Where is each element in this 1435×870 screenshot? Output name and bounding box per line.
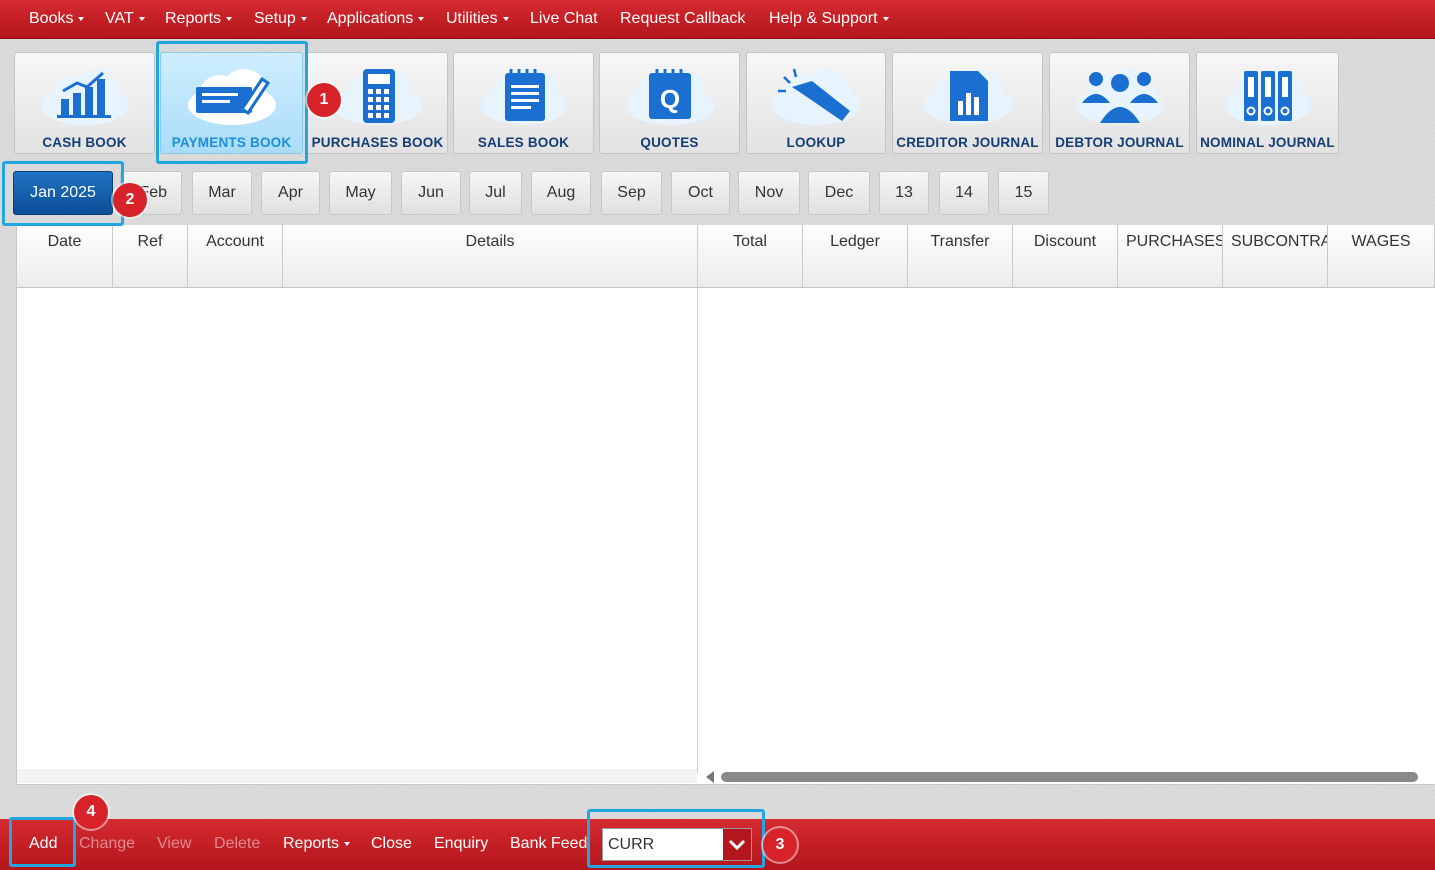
column-header-subcontra[interactable]: SUBCONTRA bbox=[1223, 225, 1328, 288]
annotation-badge-4: 4 bbox=[74, 795, 108, 829]
menu-applications-label: Applications bbox=[327, 10, 414, 27]
people-icon bbox=[1075, 69, 1164, 125]
bank-feed-button[interactable]: Bank Feed bbox=[510, 819, 587, 868]
menu-applications[interactable]: Applications bbox=[327, 0, 425, 38]
view-button[interactable]: View bbox=[157, 819, 191, 868]
nominal-journal-button[interactable]: NOMINAL JOURNAL bbox=[1196, 52, 1339, 154]
quotes-label: QUOTES bbox=[640, 135, 699, 150]
menu-help-support-label: Help & Support bbox=[769, 10, 878, 27]
month-tab-jan-2025[interactable]: Jan 2025 bbox=[13, 171, 113, 215]
menu-reports[interactable]: Reports bbox=[165, 0, 233, 38]
reports-button[interactable]: Reports bbox=[283, 819, 351, 868]
column-header-wages[interactable]: WAGES bbox=[1328, 225, 1435, 288]
column-header-transfer[interactable]: Transfer bbox=[908, 225, 1013, 288]
column-header-account[interactable]: Account bbox=[188, 225, 283, 288]
caret-down-icon bbox=[418, 16, 425, 21]
month-tab-14[interactable]: 14 bbox=[939, 171, 989, 215]
purchases-book-label: PURCHASES BOOK bbox=[311, 135, 444, 150]
menu-setup-label: Setup bbox=[254, 10, 296, 27]
column-header-discount[interactable]: Discount bbox=[1013, 225, 1118, 288]
transactions-grid[interactable]: Date Ref Account Details Total Ledger Tr… bbox=[16, 225, 1435, 785]
frozen-column-divider bbox=[697, 225, 698, 773]
lookup-label: LOOKUP bbox=[786, 135, 846, 150]
menu-utilities[interactable]: Utilities bbox=[446, 0, 509, 38]
currency-select[interactable]: CURR bbox=[602, 828, 752, 861]
menu-help-support[interactable]: Help & Support bbox=[769, 0, 889, 38]
scroll-left-arrow-icon[interactable] bbox=[706, 771, 714, 783]
payments-book-button[interactable]: PAYMENTS BOOK bbox=[160, 52, 303, 154]
debtor-journal-label: DEBTOR JOURNAL bbox=[1055, 135, 1184, 150]
month-tab-13[interactable]: 13 bbox=[879, 171, 929, 215]
close-button[interactable]: Close bbox=[371, 819, 412, 868]
cheque-pen-icon bbox=[187, 69, 276, 125]
notepad-icon bbox=[479, 69, 568, 125]
quotes-button[interactable]: Q QUOTES bbox=[599, 52, 740, 154]
enquiry-button[interactable]: Enquiry bbox=[434, 819, 488, 868]
annotation-badge-2: 2 bbox=[113, 183, 147, 217]
currency-select-value: CURR bbox=[608, 836, 655, 853]
column-header-ref[interactable]: Ref bbox=[113, 225, 188, 288]
column-header-total[interactable]: Total bbox=[698, 225, 803, 288]
month-tab-mar[interactable]: Mar bbox=[192, 171, 252, 215]
reports-button-label: Reports bbox=[283, 835, 340, 852]
payments-book-label: PAYMENTS BOOK bbox=[171, 135, 292, 150]
annotation-badge-1: 1 bbox=[307, 83, 341, 117]
menu-reports-label: Reports bbox=[165, 10, 222, 27]
column-header-date[interactable]: Date bbox=[17, 225, 113, 288]
month-tab-apr[interactable]: Apr bbox=[261, 171, 320, 215]
menu-vat-label: VAT bbox=[105, 10, 134, 27]
menu-vat[interactable]: VAT bbox=[105, 0, 145, 38]
month-tab-sep[interactable]: Sep bbox=[601, 171, 662, 215]
caret-down-icon bbox=[300, 16, 307, 21]
column-header-purchases[interactable]: PURCHASES bbox=[1118, 225, 1223, 288]
caret-down-icon bbox=[226, 16, 233, 21]
calculator-icon bbox=[333, 69, 422, 125]
add-button[interactable]: Add bbox=[29, 819, 57, 868]
menu-books[interactable]: Books bbox=[29, 0, 85, 38]
month-tab-aug[interactable]: Aug bbox=[531, 171, 591, 215]
month-tab-dec[interactable]: Dec bbox=[808, 171, 870, 215]
binders-icon bbox=[1223, 69, 1312, 125]
sales-book-label: SALES BOOK bbox=[477, 135, 570, 150]
month-tab-oct[interactable]: Oct bbox=[671, 171, 730, 215]
horizontal-scrollbar-thumb[interactable] bbox=[721, 772, 1418, 782]
left-pane-scroll-track bbox=[17, 769, 697, 783]
delete-button[interactable]: Delete bbox=[214, 819, 260, 868]
bar-chart-icon bbox=[40, 69, 129, 125]
cash-book-button[interactable]: CASH BOOK bbox=[14, 52, 155, 154]
menu-request-callback[interactable]: Request Callback bbox=[620, 0, 745, 38]
nominal-journal-label: NOMINAL JOURNAL bbox=[1200, 135, 1335, 150]
lookup-button[interactable]: LOOKUP bbox=[746, 52, 886, 154]
quote-pad-icon: Q bbox=[625, 69, 714, 125]
menu-books-label: Books bbox=[29, 10, 74, 27]
menu-live-chat[interactable]: Live Chat bbox=[530, 0, 598, 38]
month-tab-nov[interactable]: Nov bbox=[738, 171, 800, 215]
top-menu-bar: Books VAT Reports Setup Applications Uti… bbox=[0, 0, 1435, 39]
chevron-down-icon[interactable] bbox=[723, 829, 751, 860]
month-tab-15[interactable]: 15 bbox=[998, 171, 1049, 215]
month-tab-jun[interactable]: Jun bbox=[401, 171, 461, 215]
month-tab-jul[interactable]: Jul bbox=[469, 171, 522, 215]
caret-down-icon bbox=[138, 16, 145, 21]
creditor-journal-button[interactable]: CREDITOR JOURNAL bbox=[892, 52, 1043, 154]
caret-down-icon bbox=[344, 841, 351, 846]
annotation-badge-3: 3 bbox=[763, 828, 797, 862]
caret-down-icon bbox=[502, 16, 509, 21]
document-chart-icon bbox=[923, 69, 1012, 125]
caret-down-icon bbox=[882, 16, 889, 21]
cash-book-label: CASH BOOK bbox=[42, 135, 127, 150]
debtor-journal-button[interactable]: DEBTOR JOURNAL bbox=[1049, 52, 1190, 154]
svg-text:Q: Q bbox=[659, 84, 679, 114]
column-header-ledger[interactable]: Ledger bbox=[803, 225, 908, 288]
menu-setup[interactable]: Setup bbox=[254, 0, 307, 38]
flashlight-icon bbox=[772, 68, 860, 125]
menu-utilities-label: Utilities bbox=[446, 10, 498, 27]
menu-request-callback-label: Request Callback bbox=[620, 10, 746, 27]
creditor-journal-label: CREDITOR JOURNAL bbox=[896, 135, 1039, 150]
sales-book-button[interactable]: SALES BOOK bbox=[453, 52, 594, 154]
menu-live-chat-label: Live Chat bbox=[530, 10, 598, 27]
caret-down-icon bbox=[78, 16, 85, 21]
column-header-details[interactable]: Details bbox=[283, 225, 698, 288]
month-tab-may[interactable]: May bbox=[329, 171, 392, 215]
